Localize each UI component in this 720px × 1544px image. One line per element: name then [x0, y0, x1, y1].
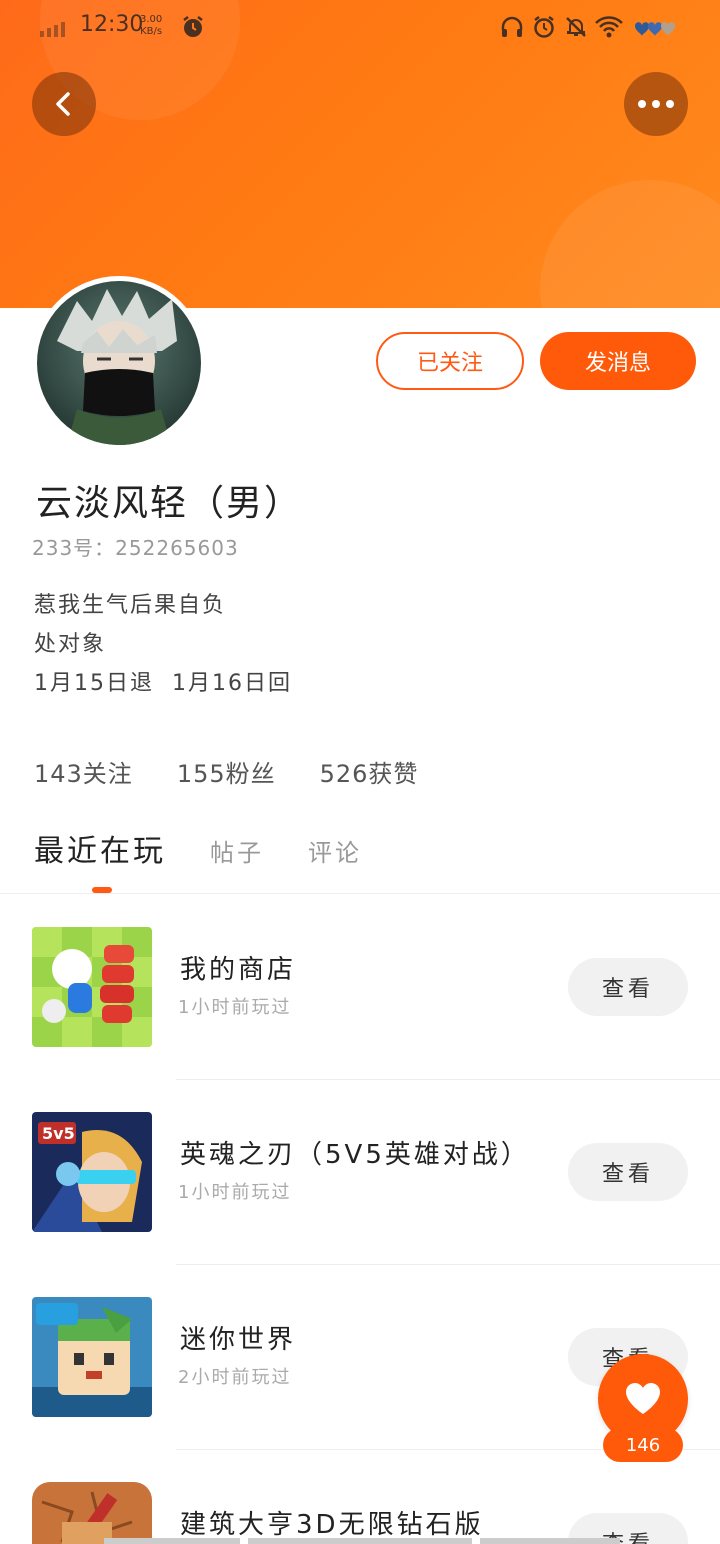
- svg-text:5v5: 5v5: [42, 1124, 75, 1143]
- game-name: 迷你世界: [180, 1325, 297, 1355]
- game-icon: [32, 1482, 152, 1544]
- back-button[interactable]: [32, 72, 96, 136]
- user-id: 233号：252265603: [32, 536, 239, 560]
- divider: [176, 1079, 720, 1080]
- profile-tabs: 最近在玩 帖子 评论: [34, 826, 362, 870]
- tab-recently-played[interactable]: 最近在玩: [34, 826, 166, 870]
- mute-bell-icon: [566, 17, 586, 37]
- game-icon: 5v5: [32, 1112, 152, 1232]
- played-time: 2小时前玩过: [178, 1367, 292, 1388]
- more-button[interactable]: [624, 72, 688, 136]
- signal-icon: [40, 22, 65, 37]
- status-time: 12:30: [80, 12, 144, 37]
- like-count: 146: [603, 1428, 683, 1462]
- tab-posts[interactable]: 帖子: [210, 833, 264, 870]
- user-name: 云淡风轻（男）: [36, 483, 303, 524]
- bio-line: 1月15日退 1月16日回: [34, 671, 292, 696]
- bio-line: 处对象: [34, 632, 107, 657]
- game-icon: [32, 1297, 152, 1417]
- scroll-indicator: [104, 1538, 240, 1544]
- avatar[interactable]: [32, 276, 206, 450]
- battery-icon: [635, 22, 675, 36]
- list-item[interactable]: 5v5 英魂之刃（5V5英雄对战） 1小时前玩过 查看: [0, 1112, 720, 1298]
- played-time: 1小时前玩过: [178, 1182, 292, 1203]
- game-icon: [32, 927, 152, 1047]
- tab-comments[interactable]: 评论: [308, 833, 362, 870]
- divider: [176, 1264, 720, 1265]
- heart-icon: [626, 1383, 660, 1414]
- following-button[interactable]: 已关注: [376, 332, 524, 390]
- following-count[interactable]: 143关注: [34, 754, 133, 789]
- list-item[interactable]: 建筑大亨3D无限钻石版 查看: [0, 1482, 720, 1544]
- avatar-image: [37, 281, 201, 445]
- user-bio: 惹我生气后果自负 处对象 1月15日退 1月16日回: [34, 586, 292, 703]
- alarm-icon: [534, 16, 554, 38]
- game-name: 建筑大亨3D无限钻石版: [180, 1510, 484, 1540]
- more-dots-icon: [638, 100, 674, 108]
- user-stats: 143关注 155粉丝 526获赞: [34, 754, 418, 789]
- status-bar: 12:30 3.00 KB/s: [0, 0, 720, 56]
- scroll-indicator: [248, 1538, 472, 1544]
- view-button[interactable]: 查看: [568, 1143, 688, 1201]
- divider: [0, 893, 720, 894]
- back-arrow-icon: [56, 92, 70, 116]
- banner-decoration: [540, 180, 720, 308]
- game-name: 我的商店: [180, 955, 297, 985]
- view-button[interactable]: 查看: [568, 958, 688, 1016]
- wifi-icon: [595, 16, 623, 38]
- list-item[interactable]: 我的商店 1小时前玩过 查看: [0, 927, 720, 1113]
- scroll-indicator: [480, 1538, 620, 1544]
- played-time: 1小时前玩过: [178, 997, 292, 1018]
- fans-count[interactable]: 155粉丝: [177, 754, 276, 789]
- send-message-button[interactable]: 发消息: [540, 332, 696, 390]
- headphones-icon: [501, 16, 523, 37]
- game-name: 英魂之刃（5V5英雄对战）: [180, 1140, 530, 1170]
- likes-count: 526获赞: [319, 760, 419, 788]
- bio-line: 惹我生气后果自负: [34, 593, 227, 618]
- net-speed: 3.00 KB/s: [140, 14, 163, 37]
- alarm-icon: [183, 16, 203, 37]
